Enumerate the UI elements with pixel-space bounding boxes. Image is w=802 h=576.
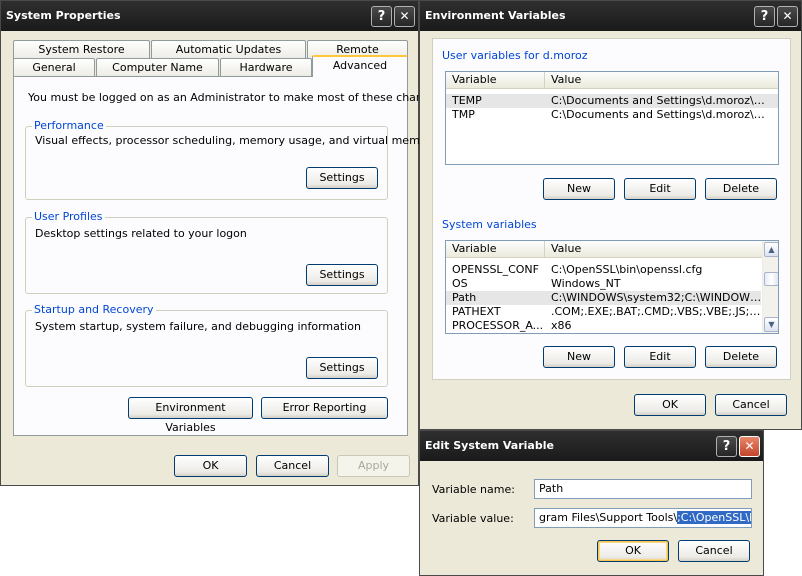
system-variables-title: System variables [440,218,539,231]
column-header-variable[interactable]: Variable [446,241,545,258]
user-profiles-group: User Profiles Desktop settings related t… [25,210,388,294]
environment-variables-window: Environment Variables ? ✕ User variables… [419,0,802,430]
admin-note: You must be logged on as an Administrato… [28,91,446,104]
environment-variables-button[interactable]: Environment Variables [128,397,253,434]
list-item[interactable]: PATHEXT .COM;.EXE;.BAT;.CMD;.VBS;.VBE;.J… [446,305,778,319]
edit-system-variable-window: Edit System Variable ? ✕ Variable name: … [419,430,764,576]
variable-cell: Path [452,291,477,304]
column-header-value[interactable]: Value [545,241,763,258]
edit-variable-cancel-button[interactable]: Cancel [678,540,750,562]
system-edit-button[interactable]: Edit [624,346,696,368]
system-properties-window: System Properties ? ✕ System Restore Aut… [0,0,446,486]
list-item[interactable]: TMP C:\Documents and Settings\d.moroz\Lo… [446,108,778,122]
variable-cell: PROCESSOR_A... [452,319,544,332]
system-properties-titlebar[interactable]: System Properties ? ✕ [1,1,418,31]
startup-recovery-title: Startup and Recovery [32,303,156,316]
variable-name-label: Variable name: [432,483,515,496]
environment-ok-button[interactable]: OK [634,394,706,416]
user-variables-list[interactable]: Variable Value TEMP C:\Documents and Set… [445,71,779,165]
column-header-value[interactable]: Value [545,72,778,89]
scroll-up-icon[interactable]: ▲ [764,242,778,257]
tab-automatic-updates[interactable]: Automatic Updates [151,40,306,59]
list-item[interactable]: Path C:\WINDOWS\system32;C:\WINDOWS;... [446,291,763,305]
value-cell: C:\Documents and Settings\d.moroz\Lo... [551,108,766,121]
performance-settings-button[interactable]: Settings [306,167,378,189]
variable-name-field[interactable]: Path [534,479,752,499]
advanced-tab-panel: You must be logged on as an Administrato… [13,76,446,436]
list-item[interactable]: TEMP C:\Documents and Settings\d.moroz\L… [446,94,778,108]
value-cell: x86 [551,319,572,332]
edit-variable-ok-button[interactable]: OK [597,540,669,562]
value-cell: C:\Documents and Settings\d.moroz\Lo... [551,94,766,107]
error-reporting-button[interactable]: Error Reporting [261,397,388,419]
performance-description: Visual effects, processor scheduling, me… [35,134,438,147]
system-delete-button[interactable]: Delete [705,346,777,368]
close-icon[interactable]: ✕ [777,6,798,27]
variable-value-label: Variable value: [432,512,514,525]
window-title: Environment Variables [425,9,566,22]
variable-cell: TMP [452,108,475,121]
value-cell: .COM;.EXE;.BAT;.CMD;.VBS;.VBE;.JS;.... [551,305,761,318]
system-properties-cancel-button[interactable]: Cancel [256,455,329,477]
tab-general[interactable]: General [13,58,95,77]
scroll-down-icon[interactable]: ▼ [764,317,778,332]
user-profiles-title: User Profiles [32,210,105,223]
variable-value-field[interactable]: gram Files\Support Tools\;C:\OpenSSL\bin [534,508,752,528]
startup-recovery-group: Startup and Recovery System startup, sys… [25,303,388,387]
variable-value-text: gram Files\Support Tools\ [539,511,678,524]
performance-group: Performance Visual effects, processor sc… [25,119,438,200]
column-header-variable[interactable]: Variable [446,72,545,89]
environment-variables-panel: User variables for d.moroz Variable Valu… [432,38,791,380]
tab-advanced[interactable]: Advanced [312,55,408,77]
user-profiles-settings-button[interactable]: Settings [306,264,378,286]
performance-title: Performance [32,119,106,132]
user-delete-button[interactable]: Delete [705,178,777,200]
startup-recovery-description: System startup, system failure, and debu… [35,320,361,333]
variable-cell: TEMP [452,94,482,107]
value-cell: C:\OpenSSL\bin\openssl.cfg [551,263,703,276]
help-icon[interactable]: ? [371,6,392,27]
variable-cell: PATHEXT [452,305,501,318]
user-profiles-description: Desktop settings related to your logon [35,227,247,240]
value-cell: C:\WINDOWS\system32;C:\WINDOWS;... [551,291,763,304]
variable-cell: OPENSSL_CONF [452,263,539,276]
help-icon[interactable]: ? [716,436,737,457]
close-icon[interactable]: ✕ [739,436,760,457]
environment-cancel-button[interactable]: Cancel [715,394,787,416]
startup-recovery-settings-button[interactable]: Settings [306,357,378,379]
user-edit-button[interactable]: Edit [624,178,696,200]
list-item[interactable]: OS Windows_NT [446,277,778,291]
system-new-button[interactable]: New [543,346,615,368]
tab-hardware[interactable]: Hardware [220,58,312,77]
system-variables-list[interactable]: Variable Value OPENSSL_CONF C:\OpenSSL\b… [445,240,779,334]
value-cell: Windows_NT [551,277,621,290]
help-icon[interactable]: ? [754,6,775,27]
tab-computer-name[interactable]: Computer Name [96,58,219,77]
system-properties-ok-button[interactable]: OK [174,455,247,477]
list-item[interactable]: OPENSSL_CONF C:\OpenSSL\bin\openssl.cfg [446,263,778,277]
system-properties-apply-button[interactable]: Apply [337,455,410,477]
user-new-button[interactable]: New [543,178,615,200]
variable-cell: OS [452,277,468,290]
window-title: Edit System Variable [425,439,554,452]
environment-variables-titlebar[interactable]: Environment Variables ? ✕ [420,1,801,31]
variable-value-selection: ;C:\OpenSSL\bin [677,511,751,524]
user-variables-title: User variables for d.moroz [440,49,590,62]
close-icon[interactable]: ✕ [394,6,415,27]
system-variables-scrollbar[interactable]: ▲ ▼ [762,241,778,333]
list-item[interactable]: PROCESSOR_A... x86 [446,319,778,333]
scroll-thumb[interactable] [764,272,778,286]
edit-system-variable-titlebar[interactable]: Edit System Variable ? ✕ [420,431,763,461]
window-title: System Properties [6,9,121,22]
tab-system-restore[interactable]: System Restore [13,40,150,59]
